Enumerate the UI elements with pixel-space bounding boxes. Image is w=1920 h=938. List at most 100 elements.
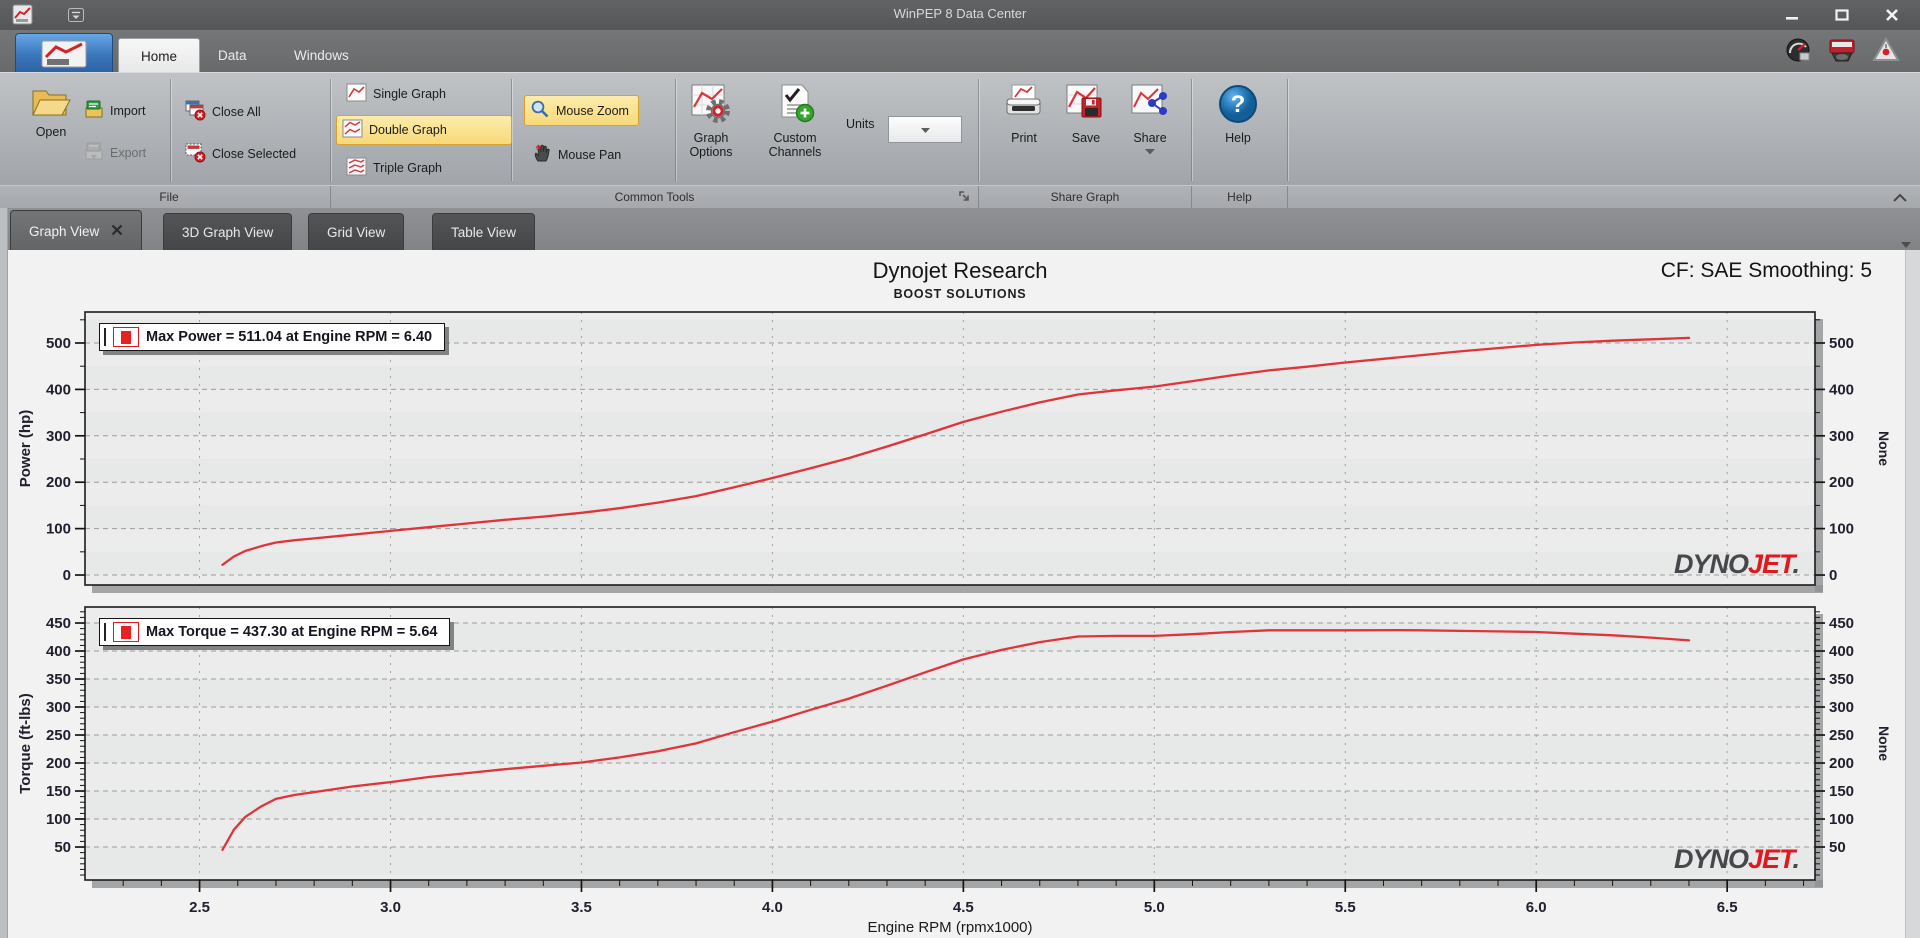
mouse-zoom-icon: [530, 99, 550, 122]
close-tab-icon[interactable]: [111, 224, 123, 239]
minimize-button[interactable]: [1772, 4, 1812, 26]
svg-text:3.0: 3.0: [380, 899, 401, 916]
close-button[interactable]: [1872, 4, 1912, 26]
close-all-icon: [184, 99, 206, 124]
share-icon: [1130, 83, 1170, 128]
svg-text:150: 150: [46, 783, 71, 800]
help-icon: ?: [1217, 83, 1259, 128]
tab-graph-view[interactable]: Graph View: [10, 210, 143, 251]
export-button[interactable]: Export: [84, 141, 146, 164]
svg-text:0: 0: [1829, 567, 1837, 584]
double-graph-button[interactable]: Double Graph: [336, 115, 512, 145]
help-button[interactable]: ? Help: [1212, 83, 1264, 145]
open-button[interactable]: Open: [18, 83, 84, 139]
application-menu-button[interactable]: [15, 33, 113, 74]
custom-channels-icon: [774, 83, 816, 128]
svg-text:5.5: 5.5: [1335, 899, 1356, 916]
torque-legend: Max Torque = 437.30 at Engine RPM = 5.64: [99, 618, 451, 646]
titlebar-tool-icons: [1784, 36, 1900, 69]
open-folder-icon: [30, 83, 72, 122]
mouse-zoom-button[interactable]: Mouse Zoom: [524, 95, 639, 126]
close-selected-icon: [184, 141, 206, 166]
svg-text:Torque (ft-lbs): Torque (ft-lbs): [17, 693, 34, 794]
svg-text:None: None: [1876, 431, 1892, 466]
collapse-ribbon-icon[interactable]: [1892, 191, 1908, 209]
svg-text:100: 100: [1829, 811, 1854, 828]
svg-text:400: 400: [46, 381, 71, 398]
torque-chart[interactable]: 50 50 100 100 150 150 200 200 250 250 300 300 350 350…: [0, 595, 1920, 938]
svg-text:350: 350: [46, 671, 71, 688]
svg-text:?: ?: [1231, 91, 1246, 118]
winpep-logo-icon: [41, 40, 87, 67]
ribbon-tab-home[interactable]: Home: [118, 38, 201, 73]
save-button[interactable]: Save: [1060, 83, 1112, 145]
triple-graph-icon: [346, 157, 367, 179]
svg-text:300: 300: [46, 699, 71, 716]
double-graph-icon: [342, 119, 363, 141]
svg-text:400: 400: [1829, 381, 1854, 398]
legend-swatch: [113, 622, 139, 642]
svg-text:300: 300: [1829, 699, 1854, 716]
chevron-down-icon: [920, 127, 930, 133]
svg-text:300: 300: [1829, 428, 1854, 445]
graph-subtitle: BOOST SOLUTIONS: [893, 287, 1027, 301]
svg-text:200: 200: [46, 474, 71, 491]
group-label-help: Help: [1192, 186, 1288, 208]
custom-channels-button[interactable]: Custom Channels: [762, 83, 828, 159]
single-graph-button[interactable]: Single Graph: [340, 79, 456, 109]
svg-text:None: None: [1876, 726, 1892, 761]
svg-text:6.0: 6.0: [1526, 899, 1547, 916]
svg-text:450: 450: [1829, 615, 1854, 632]
ribbon-separator: [978, 79, 979, 181]
units-dropdown[interactable]: [888, 116, 962, 143]
print-button[interactable]: Print: [998, 83, 1050, 145]
maximize-button[interactable]: [1822, 4, 1862, 26]
tab-3d-graph-view[interactable]: 3D Graph View: [163, 213, 293, 251]
svg-text:5.0: 5.0: [1144, 899, 1165, 916]
titlebar: WinPEP 8 Data Center: [0, 0, 1920, 31]
window-title: WinPEP 8 Data Center: [893, 6, 1027, 21]
ribbon-tab-windows[interactable]: Windows: [272, 38, 371, 72]
ribbon-separator: [1287, 79, 1288, 181]
mouse-pan-button[interactable]: Mouse Pan: [526, 139, 631, 170]
svg-text:400: 400: [1829, 643, 1854, 660]
svg-text:250: 250: [46, 727, 71, 744]
svg-text:0: 0: [63, 567, 71, 584]
close-all-button[interactable]: Close All: [184, 99, 261, 124]
triple-graph-button[interactable]: Triple Graph: [340, 153, 452, 183]
units-label: Units: [846, 117, 875, 131]
svg-text:200: 200: [46, 755, 71, 772]
graph-options-button[interactable]: Graph Options: [678, 83, 744, 159]
svg-text:300: 300: [46, 428, 71, 445]
ribbon-separator: [330, 79, 331, 181]
svg-text:4.0: 4.0: [762, 899, 783, 916]
svg-text:100: 100: [46, 811, 71, 828]
mouse-pan-icon: [532, 143, 552, 166]
dyno-device-icon[interactable]: [1828, 36, 1856, 69]
view-tabbar: Graph View 3D Graph View Grid View Table…: [0, 208, 1920, 251]
group-label-common-tools: Common Tools: [331, 186, 979, 208]
svg-text:50: 50: [54, 839, 71, 856]
graph-title: Dynojet Research: [872, 258, 1048, 283]
ribbon-group-strip: File Common Tools Share Graph Help: [0, 185, 1920, 208]
share-button[interactable]: Share: [1124, 83, 1176, 155]
svg-text:100: 100: [46, 521, 71, 538]
close-selected-button[interactable]: Close Selected: [184, 141, 296, 166]
svg-text:6.5: 6.5: [1717, 899, 1738, 916]
tab-table-view[interactable]: Table View: [432, 213, 536, 251]
graph-options-icon: [690, 83, 732, 128]
svg-text:4.5: 4.5: [953, 899, 974, 916]
legend-swatch: [113, 327, 139, 347]
ribbon-tab-data[interactable]: Data: [196, 38, 269, 72]
ribbon: Open Import Export Close All Close Selec…: [0, 72, 1920, 209]
svg-text:200: 200: [1829, 474, 1854, 491]
gauge-icon[interactable]: [1784, 36, 1812, 69]
import-button[interactable]: Import: [84, 99, 145, 122]
svg-text:400: 400: [46, 643, 71, 660]
warning-triangle-icon[interactable]: [1872, 36, 1900, 69]
svg-text:150: 150: [1829, 783, 1854, 800]
svg-text:350: 350: [1829, 671, 1854, 688]
tab-grid-view[interactable]: Grid View: [308, 213, 405, 251]
dynojet-watermark: DYNOJET.: [1674, 549, 1799, 579]
dialog-launcher-icon[interactable]: [958, 190, 972, 209]
